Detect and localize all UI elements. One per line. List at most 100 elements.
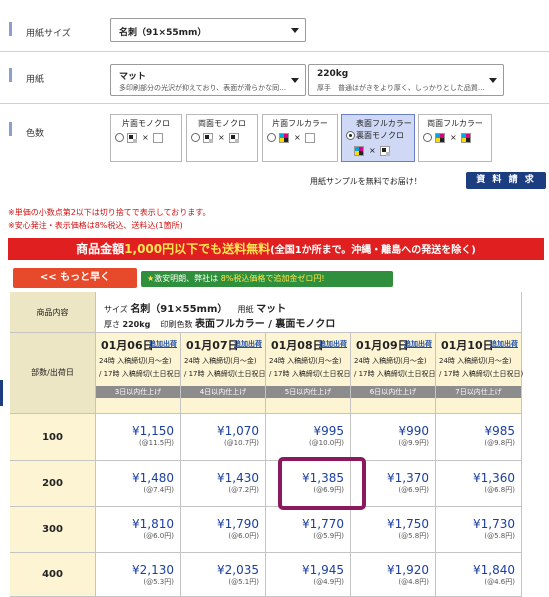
- color-choice-color-front-mono-back[interactable]: 表面フルカラー 裏面モノクロ ×: [341, 114, 415, 162]
- radio-button[interactable]: [191, 133, 200, 142]
- price-cell[interactable]: ¥1,945 (@4.9円): [266, 553, 351, 597]
- spec-line-2: 厚さ 220kg 印刷色数 表面フルカラー / 裏面モノクロ: [104, 315, 335, 330]
- deadline-weekday: 24時 入稿締切(月～金): [99, 357, 172, 365]
- radio-button-selected[interactable]: [346, 131, 355, 140]
- ship-date: 01月09日: [356, 339, 409, 352]
- note-tax: ※安心発注・表示価格は8%税込、送料込(1箇所): [8, 221, 183, 230]
- paper-size-row: 用紙サイズ 名刺（91×55mm）: [0, 10, 549, 52]
- qty-cell: 100: [10, 414, 96, 461]
- price-cell[interactable]: ¥2,035 (@5.1円): [181, 553, 266, 597]
- paper-size-select[interactable]: 名刺（91×55mm）: [110, 18, 306, 42]
- price-cell[interactable]: ¥990 (@9.9円): [351, 414, 436, 461]
- price: ¥995: [313, 424, 344, 438]
- price-cell[interactable]: ¥985 (@9.8円): [436, 414, 522, 461]
- price-cell[interactable]: ¥1,730 (@5.8円): [436, 507, 522, 553]
- highlight-annotation: [278, 457, 366, 510]
- extra-ship-tag[interactable]: 追加出荷: [404, 339, 432, 349]
- paper-value: マット: [256, 304, 287, 315]
- color-choice-double-color[interactable]: 両面フルカラー ×: [418, 114, 492, 162]
- cmyk-swatch-icon: [461, 133, 471, 143]
- deadline-weekday: 24時 入稿締切(月～金): [439, 357, 512, 365]
- page-edge-marker: [0, 380, 3, 406]
- unit-price: (@5.9円): [313, 532, 344, 540]
- radio-button[interactable]: [423, 133, 432, 142]
- finish-days: 4日以内仕上げ: [181, 386, 265, 398]
- request-materials-button[interactable]: 資 料 請 求: [466, 172, 546, 189]
- finish-days: 5日以内仕上げ: [266, 386, 350, 398]
- chevron-down-icon: [291, 78, 299, 83]
- choice-title: 表面フルカラー: [356, 119, 412, 128]
- blank-swatch-icon: [305, 133, 315, 143]
- qty-label: 部数/出荷日: [31, 368, 74, 377]
- deadline-weekend: / 17時 入稿締切(土日祝日): [269, 370, 354, 378]
- ship-date: 01月06日: [101, 339, 154, 352]
- price: ¥1,810: [132, 517, 174, 531]
- price-cell[interactable]: ¥1,810 (@6.0円): [96, 507, 181, 553]
- paper-label: 用紙: [26, 75, 45, 85]
- price-cell[interactable]: ¥1,840 (@4.6円): [436, 553, 522, 597]
- note-rounding: ※単価の小数点第2以下は切り捨てで表示しております。: [8, 208, 211, 217]
- price-cell[interactable]: ¥1,150 (@11.5円): [96, 414, 181, 461]
- unit-price: (@5.1円): [228, 578, 259, 586]
- price-cell[interactable]: ¥1,430 (@7.2円): [181, 461, 266, 507]
- color-choice-double-mono[interactable]: 両面モノクロ ×: [186, 114, 258, 162]
- price-cell[interactable]: ¥1,070 (@10.7円): [181, 414, 266, 461]
- choice-title: 片面フルカラー: [272, 119, 328, 128]
- extra-ship-tag[interactable]: 追加出荷: [319, 339, 347, 349]
- price: ¥990: [398, 424, 429, 438]
- extra-ship-tag[interactable]: 追加出荷: [234, 339, 262, 349]
- price-cell[interactable]: ¥1,920 (@4.8円): [351, 553, 436, 597]
- deadline-weekday: 24時 入稿締切(月～金): [184, 357, 257, 365]
- mono-swatch-icon: [127, 133, 137, 143]
- price: ¥2,035: [217, 563, 259, 577]
- unit-price: (@5.8円): [398, 532, 429, 540]
- price-cell[interactable]: ¥1,790 (@6.0円): [181, 507, 266, 553]
- unit-price: (@4.6円): [484, 578, 515, 586]
- color-choice-single-color[interactable]: 片面フルカラー ×: [262, 114, 338, 162]
- paper-weight-select[interactable]: 220kg 厚手 普通はがきをより厚く、しっかりとした品質…: [308, 64, 504, 96]
- extra-ship-tag[interactable]: 追加出荷: [490, 339, 518, 349]
- finish-days: 6日以内仕上げ: [351, 386, 435, 398]
- radio-button[interactable]: [115, 133, 124, 142]
- paper-label: 用紙: [237, 305, 254, 314]
- unit-price: (@6.0円): [228, 532, 259, 540]
- ship-date: 01月08日: [271, 339, 324, 352]
- price: ¥1,730: [473, 517, 515, 531]
- print-color-value: 表面フルカラー / 裏面モノクロ: [195, 319, 336, 330]
- price: ¥1,770: [302, 517, 344, 531]
- unit-price: (@9.8円): [484, 439, 515, 447]
- price-cell[interactable]: ¥1,770 (@5.9円): [266, 507, 351, 553]
- unit-price: (@6.0円): [143, 532, 174, 540]
- price-cell[interactable]: ¥1,480 (@7.4円): [96, 461, 181, 507]
- color-choice-single-mono[interactable]: 片面モノクロ ×: [110, 114, 182, 162]
- x-mark: ×: [450, 133, 457, 142]
- date-header-0: 01月06日 追加出荷 24時 入稿締切(月～金) / 17時 入稿締切(土日祝…: [96, 333, 183, 414]
- deadline-weekend: / 17時 入稿締切(土日祝日): [354, 370, 439, 378]
- price-cell[interactable]: ¥1,750 (@5.8円): [351, 507, 436, 553]
- price: ¥1,430: [217, 471, 259, 485]
- price-cell[interactable]: ¥2,130 (@5.3円): [96, 553, 181, 597]
- x-mark: ×: [294, 133, 301, 142]
- free-shipping-banner: 商品金額1,000円以下でも送料無料(全国1か所まで。沖縄・離島への発送を除く): [8, 238, 544, 260]
- unit-price: (@5.3円): [143, 578, 174, 586]
- blank-swatch-icon: [153, 133, 163, 143]
- extra-ship-tag[interactable]: 追加出荷: [149, 339, 177, 349]
- price-cell[interactable]: ¥1,360 (@6.8円): [436, 461, 522, 507]
- finish-days: 3日以内仕上げ: [96, 386, 180, 398]
- unit-price: (@11.5円): [138, 439, 174, 447]
- deadline-weekend: / 17時 入稿締切(土日祝日): [184, 370, 269, 378]
- price-cell[interactable]: ¥995 (@10.0円): [266, 414, 351, 461]
- paper-type-select[interactable]: マット 多印刷部分の光沢が抑えており、表面が滑らかな同…: [110, 64, 306, 96]
- color-label: 色数: [26, 129, 45, 139]
- row-marker: [9, 122, 12, 136]
- price: ¥1,070: [217, 424, 259, 438]
- choice-title: 両面モノクロ: [198, 119, 246, 128]
- chevron-down-icon: [291, 28, 299, 33]
- unit-price: (@4.9円): [313, 578, 344, 586]
- x-mark: ×: [218, 133, 225, 142]
- banner-text-c: (全国1か所まで。沖縄・離島への発送を除く): [270, 245, 476, 256]
- x-mark: ×: [142, 133, 149, 142]
- radio-button[interactable]: [267, 133, 276, 142]
- choice-title: 両面フルカラー: [427, 119, 483, 128]
- faster-button[interactable]: << もっと早く: [13, 268, 137, 288]
